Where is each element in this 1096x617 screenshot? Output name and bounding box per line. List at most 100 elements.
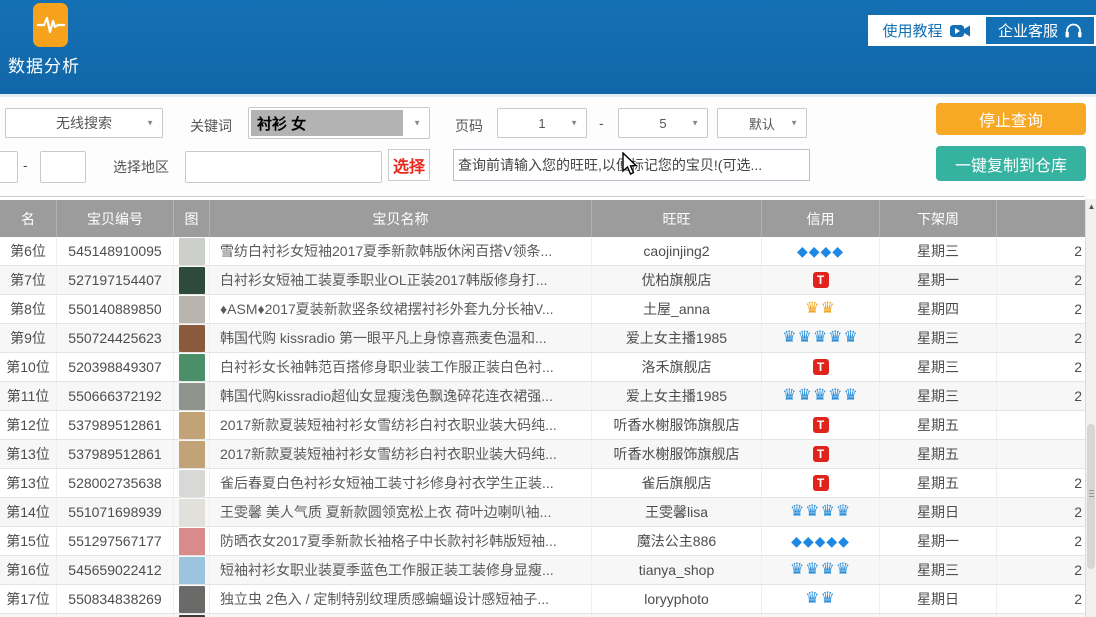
cell-product-name[interactable]: 韩国代购kissradio超仙女显瘦浅色飘逸碎花连衣裙强... [210,382,592,410]
page-to-value: 5 [659,116,666,131]
column-header-date[interactable] [997,200,1085,237]
region-input[interactable] [185,151,382,183]
page-from-dropdown[interactable]: 1 ▼ [497,108,587,138]
product-thumbnail[interactable] [179,586,205,613]
cell-thumbnail[interactable] [174,382,210,410]
product-thumbnail[interactable] [179,528,205,555]
cell-thumbnail[interactable] [174,411,210,439]
cell-product-name[interactable]: 王雯馨 美人气质 夏新款圆领宽松上衣 荷叶边喇叭袖... [210,498,592,526]
cell-product-name[interactable]: 短袖衬衫女职业装夏季蓝色工作服正装工装修身显瘦... [210,556,592,584]
cell-thumbnail[interactable] [174,440,210,468]
keyword-label: 关键词 [190,116,232,136]
cell-product-name[interactable]: 雀后春夏白色衬衫女短袖工装寸衫修身衬衣学生正装... [210,469,592,497]
cell-wangwang: 爱上女主播1985 [592,324,762,352]
cell-thumbnail[interactable] [174,324,210,352]
product-thumbnail[interactable] [179,267,205,294]
cell-item-id: 550140889850 [57,295,174,323]
cell-product-name[interactable]: 2017新款夏装短袖衬衫女雪纺衫白衬衣职业装大码纯... [210,411,592,439]
cell-credit: ♛♛♛♛♛ [762,382,880,410]
table-row[interactable]: 第13位5379895128612017新款夏装短袖衬衫女雪纺衫白衬衣职业装大码… [0,440,1085,469]
cell-thumbnail[interactable] [174,556,210,584]
tmall-icon: T [813,417,829,433]
table-row[interactable]: 第10位520398849307白衬衫女长袖韩范百搭修身职业装工作服正装白色衬.… [0,353,1085,382]
column-header-name[interactable]: 宝贝名称 [210,200,592,237]
cell-date: 2 [997,382,1085,410]
cell-wangwang: 听香水榭服饰旗舰店 [592,440,762,468]
keyword-value: 衬衫 女 [251,110,403,136]
product-thumbnail[interactable] [179,557,205,584]
search-type-dropdown[interactable]: 无线搜索 ▼ [5,108,163,138]
column-header-rank[interactable]: 名 [0,200,57,237]
cell-rank: 第8位 [0,295,57,323]
table-row[interactable]: 第9位550724425623韩国代购 kissradio 第一眼平凡上身惊喜燕… [0,324,1085,353]
table-row[interactable]: 第16位545659022412短袖衬衫女职业装夏季蓝色工作服正装工装修身显瘦.… [0,556,1085,585]
cell-week: 星期四 [880,295,997,323]
table-row[interactable]: 第7位527197154407白衬衫女短袖工装夏季职业OL正装2017韩版修身打… [0,266,1085,295]
product-thumbnail[interactable] [179,383,205,410]
cell-thumbnail[interactable] [174,353,210,381]
cell-credit: ◆◆◆◆◆ [762,527,880,555]
column-header-wangwang[interactable]: 旺旺 [592,200,762,237]
cell-thumbnail[interactable] [174,585,210,613]
sort-dropdown[interactable]: 默认 ▼ [717,108,807,138]
product-thumbnail[interactable] [179,499,205,526]
table-row[interactable]: 第12位5379895128612017新款夏装短袖衬衫女雪纺衫白衬衣职业装大码… [0,411,1085,440]
cell-product-name[interactable]: ♦ASM♦2017夏装新款竖条纹裙摆衬衫外套九分长袖V... [210,295,592,323]
column-header-id[interactable]: 宝贝编号 [57,200,174,237]
wangwang-input[interactable] [453,149,810,181]
cell-week: 星期日 [880,498,997,526]
scroll-up-arrow-icon[interactable]: ▲ [1087,202,1096,211]
cell-wangwang: 听香水榭服饰旗舰店 [592,411,762,439]
product-thumbnail[interactable] [179,470,205,497]
cell-thumbnail[interactable] [174,266,210,294]
cell-product-name[interactable]: 白衬衫女长袖韩范百搭修身职业装工作服正装白色衬... [210,353,592,381]
cell-thumbnail[interactable] [174,469,210,497]
product-thumbnail[interactable] [179,325,205,352]
product-thumbnail[interactable] [179,441,205,468]
cell-product-name[interactable]: 韩国代购 kissradio 第一眼平凡上身惊喜燕麦色温和... [210,324,592,352]
cell-product-name[interactable]: 防晒衣女2017夏季新款长袖格子中长款衬衫韩版短袖... [210,527,592,555]
cell-rank: 第12位 [0,411,57,439]
column-header-week[interactable]: 下架周 [880,200,997,237]
cell-product-name[interactable]: 独立虫 2色入 / 定制特别纹理质感蝙蝠设计感短袖子... [210,585,592,613]
table-row[interactable]: 第6位545148910095雪纺白衬衫女短袖2017夏季新款韩版休闲百搭V领条… [0,237,1085,266]
keyword-combobox[interactable]: 衬衫 女 ▼ [248,107,430,139]
cell-wangwang: caojinjing2 [592,237,762,265]
table-row[interactable]: 第8位550140889850 ♦ASM♦2017夏装新款竖条纹裙摆衬衫外套九分长… [0,295,1085,324]
table-row[interactable]: 第15位551297567177防晒衣女2017夏季新款长袖格子中长款衬衫韩版短… [0,527,1085,556]
tmall-icon: T [813,446,829,462]
service-button[interactable]: 企业客服 [984,15,1096,46]
column-header-credit[interactable]: 信用 [762,200,880,237]
table-row[interactable]: 第11位550666372192韩国代购kissradio超仙女显瘦浅色飘逸碎花… [0,382,1085,411]
stop-query-button[interactable]: 停止查询 [936,103,1086,135]
cell-week: 星期一 [880,527,997,555]
cell-thumbnail[interactable] [174,237,210,265]
cell-thumbnail[interactable] [174,498,210,526]
price-to-input[interactable] [40,151,86,183]
sort-value: 默认 [749,114,775,133]
scrollbar-thumb[interactable] [1087,424,1095,569]
cell-thumbnail[interactable] [174,295,210,323]
cell-thumbnail[interactable] [174,527,210,555]
page-to-dropdown[interactable]: 5 ▼ [618,108,708,138]
region-select-button[interactable]: 选择 [388,149,430,181]
table-row[interactable]: 第13位528002735638雀后春夏白色衬衫女短袖工装寸衫修身衬衣学生正装.… [0,469,1085,498]
crown-blue-rating-icon: ♛♛♛♛ [790,504,851,520]
table-row[interactable]: 第17位550834838269独立虫 2色入 / 定制特别纹理质感蝙蝠设计感短… [0,585,1085,614]
tutorial-button[interactable]: 使用教程 [868,15,984,46]
price-from-input[interactable] [0,151,18,183]
cell-date: 2 [997,585,1085,613]
cell-date: 2 [997,498,1085,526]
table-row[interactable]: 第14位551071698939王雯馨 美人气质 夏新款圆领宽松上衣 荷叶边喇叭… [0,498,1085,527]
product-thumbnail[interactable] [179,412,205,439]
column-header-image[interactable]: 图 [174,200,210,237]
product-thumbnail[interactable] [179,354,205,381]
cell-product-name[interactable]: 白衬衫女短袖工装夏季职业OL正装2017韩版修身打... [210,266,592,294]
cell-product-name[interactable]: 2017新款夏装短袖衬衫女雪纺衫白衬衣职业装大码纯... [210,440,592,468]
copy-to-warehouse-button[interactable]: 一键复制到仓库 [936,146,1086,181]
product-thumbnail[interactable] [179,296,205,323]
vertical-scrollbar[interactable]: ▲ [1085,199,1096,617]
cell-wangwang: 雀后旗舰店 [592,469,762,497]
cell-product-name[interactable]: 雪纺白衬衫女短袖2017夏季新款韩版休闲百搭V领条... [210,237,592,265]
product-thumbnail[interactable] [179,238,205,265]
